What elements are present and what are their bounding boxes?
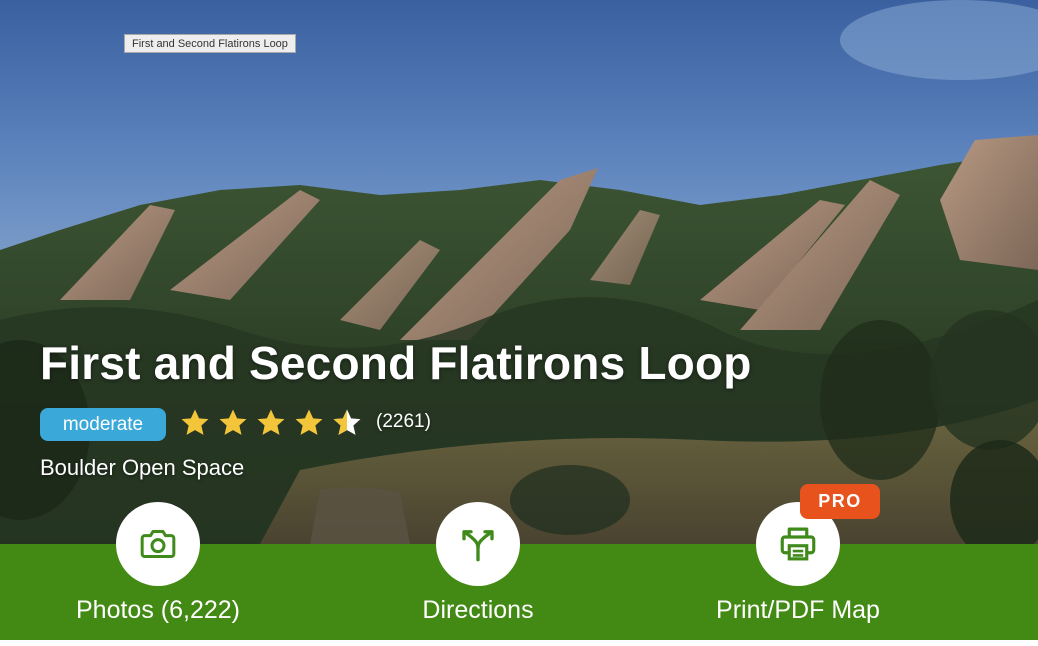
- directions-button[interactable]: Directions: [358, 502, 598, 638]
- star-icon: [295, 409, 323, 435]
- directions-button-circle[interactable]: [436, 502, 520, 586]
- photos-button-label: Photos (6,222): [76, 596, 240, 624]
- printer-icon: [780, 527, 816, 561]
- star-icon: [219, 409, 247, 435]
- trail-title: First and Second Flatirons Loop: [40, 337, 752, 389]
- photos-button-circle[interactable]: [116, 502, 200, 586]
- photos-button[interactable]: Photos (6,222): [38, 502, 278, 638]
- title-tooltip: First and Second Flatirons Loop: [124, 34, 296, 53]
- directions-button-label: Directions: [422, 596, 534, 624]
- directions-icon: [462, 530, 494, 562]
- camera-icon: [140, 530, 176, 558]
- print-map-button[interactable]: Print/PDF Map: [678, 502, 918, 638]
- half-star-icon: [333, 409, 361, 435]
- difficulty-badge: moderate: [40, 408, 166, 441]
- pro-badge: PRO: [800, 484, 880, 519]
- star-icon: [257, 409, 285, 435]
- star-icon: [181, 409, 209, 435]
- print-map-button-label: Print/PDF Map: [716, 596, 880, 624]
- review-count[interactable]: (2261): [376, 411, 431, 433]
- park-name[interactable]: Boulder Open Space: [40, 455, 244, 481]
